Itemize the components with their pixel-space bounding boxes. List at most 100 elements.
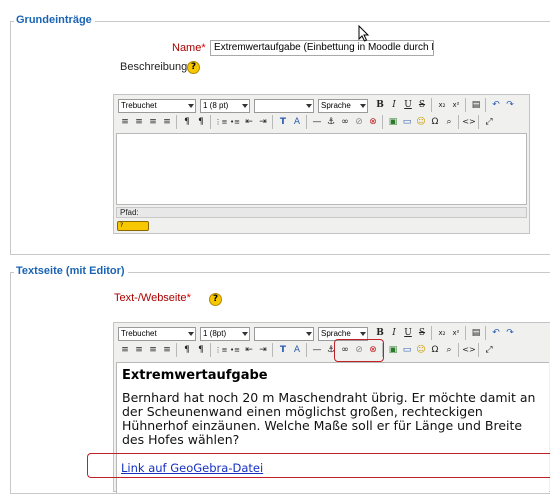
align-right-button[interactable]: ≡ bbox=[146, 343, 160, 357]
required-star: * bbox=[186, 292, 191, 304]
superscript-button[interactable]: x² bbox=[449, 326, 463, 340]
name-input[interactable]: Extremwertaufgabe (Einbettung in Moodle … bbox=[210, 40, 434, 56]
insert-image-button[interactable]: ▣ bbox=[386, 343, 400, 357]
text-color-button[interactable]: T bbox=[276, 343, 290, 357]
special-char-button[interactable]: Ω bbox=[428, 343, 442, 357]
background-color-button[interactable]: A bbox=[290, 343, 304, 357]
ltr-button[interactable]: ¶ bbox=[180, 343, 194, 357]
undo-button[interactable]: ↶ bbox=[489, 326, 503, 340]
toolbar-separator bbox=[272, 343, 273, 357]
font-select-value: Trebuchet bbox=[121, 329, 157, 338]
ordered-list-button[interactable]: ⋮≡ bbox=[214, 115, 228, 129]
editor-help-button[interactable]: ? bbox=[117, 221, 149, 231]
name-label-text: Name bbox=[172, 42, 202, 54]
toolbar-separator bbox=[478, 343, 479, 357]
undo-button[interactable]: ↶ bbox=[489, 98, 503, 112]
redo-button[interactable]: ↷ bbox=[503, 326, 517, 340]
toolbar-row-1: Trebuchet 1 (8 pt) Sprache B I U S x₂ x²… bbox=[118, 98, 528, 114]
help-icon[interactable]: ? bbox=[187, 61, 200, 74]
chevron-down-icon bbox=[188, 332, 194, 336]
toolbar-row-2: ≡ ≡ ≡ ≡ ¶ ¶ ⋮≡ •≡ ⇤ ⇥ T A — ⚓ ∞ ⊘ ⊗ ▣ ▭ … bbox=[118, 343, 538, 359]
italic-button[interactable]: I bbox=[387, 98, 401, 112]
justify-button[interactable]: ≡ bbox=[160, 343, 174, 357]
toolbar-separator bbox=[210, 115, 211, 129]
nolink-button[interactable]: ⊗ bbox=[366, 115, 380, 129]
toolbar-separator bbox=[465, 98, 466, 112]
chevron-down-icon bbox=[306, 104, 312, 108]
strikethrough-button[interactable]: S bbox=[415, 326, 429, 340]
outdent-button[interactable]: ⇤ bbox=[242, 343, 256, 357]
required-star: * bbox=[201, 42, 206, 54]
paste-button[interactable]: ▤ bbox=[469, 98, 483, 112]
unlink-button[interactable]: ⊘ bbox=[352, 115, 366, 129]
background-color-button[interactable]: A bbox=[290, 115, 304, 129]
html-source-button[interactable]: <> bbox=[462, 343, 476, 357]
toolbar-separator bbox=[485, 326, 486, 340]
unordered-list-button[interactable]: •≡ bbox=[228, 115, 242, 129]
format-select[interactable] bbox=[254, 327, 314, 341]
chevron-down-icon bbox=[306, 332, 312, 336]
language-select-value: Sprache bbox=[321, 329, 351, 338]
search-replace-button[interactable]: ⌕ bbox=[442, 343, 456, 357]
chevron-down-icon bbox=[360, 104, 366, 108]
highlight-link-buttons bbox=[334, 339, 384, 362]
subscript-button[interactable]: x₂ bbox=[435, 98, 449, 112]
legend-grundeintraege: Grundeinträge bbox=[14, 14, 95, 26]
indent-button[interactable]: ⇥ bbox=[256, 343, 270, 357]
rtl-button[interactable]: ¶ bbox=[194, 115, 208, 129]
indent-button[interactable]: ⇥ bbox=[256, 115, 270, 129]
unordered-list-button[interactable]: •≡ bbox=[228, 343, 242, 357]
align-left-button[interactable]: ≡ bbox=[118, 115, 132, 129]
strikethrough-button[interactable]: S bbox=[415, 98, 429, 112]
insert-table-button[interactable]: ▭ bbox=[400, 115, 414, 129]
anchor-button[interactable]: ⚓ bbox=[324, 115, 338, 129]
underline-button[interactable]: U bbox=[401, 98, 415, 112]
help-icon[interactable]: ? bbox=[209, 293, 222, 306]
align-center-button[interactable]: ≡ bbox=[132, 343, 146, 357]
toolbar-separator bbox=[176, 343, 177, 357]
smiley-button[interactable]: ☺ bbox=[414, 343, 428, 357]
justify-button[interactable]: ≡ bbox=[160, 115, 174, 129]
search-replace-button[interactable]: ⌕ bbox=[442, 115, 456, 129]
text-label: Text-/Webseite* bbox=[114, 292, 191, 304]
insert-table-button[interactable]: ▭ bbox=[400, 343, 414, 357]
outdent-button[interactable]: ⇤ bbox=[242, 115, 256, 129]
size-select-value: 1 (8pt) bbox=[203, 329, 227, 338]
rtl-button[interactable]: ¶ bbox=[194, 343, 208, 357]
superscript-button[interactable]: x² bbox=[449, 98, 463, 112]
text-label-text: Text-/Webseite bbox=[114, 292, 187, 304]
horizontal-rule-button[interactable]: — bbox=[310, 343, 324, 357]
toolbar-separator bbox=[431, 98, 432, 112]
paste-button[interactable]: ▤ bbox=[469, 326, 483, 340]
text-color-button[interactable]: T bbox=[276, 115, 290, 129]
ltr-button[interactable]: ¶ bbox=[180, 115, 194, 129]
toolbar-separator bbox=[458, 343, 459, 357]
align-right-button[interactable]: ≡ bbox=[146, 115, 160, 129]
subscript-button[interactable]: x₂ bbox=[435, 326, 449, 340]
description-edit-area[interactable] bbox=[116, 133, 527, 205]
size-select[interactable]: 1 (8pt) bbox=[200, 327, 250, 341]
horizontal-rule-button[interactable]: — bbox=[310, 115, 324, 129]
size-select[interactable]: 1 (8 pt) bbox=[200, 99, 250, 113]
smiley-button[interactable]: ☺ bbox=[414, 115, 428, 129]
special-char-button[interactable]: Ω bbox=[428, 115, 442, 129]
link-button[interactable]: ∞ bbox=[338, 115, 352, 129]
fullscreen-button[interactable]: ⤢ bbox=[482, 343, 496, 357]
align-center-button[interactable]: ≡ bbox=[132, 115, 146, 129]
bold-button[interactable]: B bbox=[373, 98, 387, 112]
underline-button[interactable]: U bbox=[401, 326, 415, 340]
language-select[interactable]: Sprache bbox=[318, 99, 368, 113]
ordered-list-button[interactable]: ⋮≡ bbox=[214, 343, 228, 357]
insert-image-button[interactable]: ▣ bbox=[386, 115, 400, 129]
html-source-button[interactable]: <> bbox=[462, 115, 476, 129]
format-select[interactable] bbox=[254, 99, 314, 113]
italic-button[interactable]: I bbox=[387, 326, 401, 340]
toolbar-separator bbox=[306, 343, 307, 357]
bold-button[interactable]: B bbox=[373, 326, 387, 340]
font-select[interactable]: Trebuchet bbox=[118, 99, 196, 113]
fullscreen-button[interactable]: ⤢ bbox=[482, 115, 496, 129]
align-left-button[interactable]: ≡ bbox=[118, 343, 132, 357]
font-select[interactable]: Trebuchet bbox=[118, 327, 196, 341]
chevron-down-icon bbox=[242, 332, 248, 336]
redo-button[interactable]: ↷ bbox=[503, 98, 517, 112]
